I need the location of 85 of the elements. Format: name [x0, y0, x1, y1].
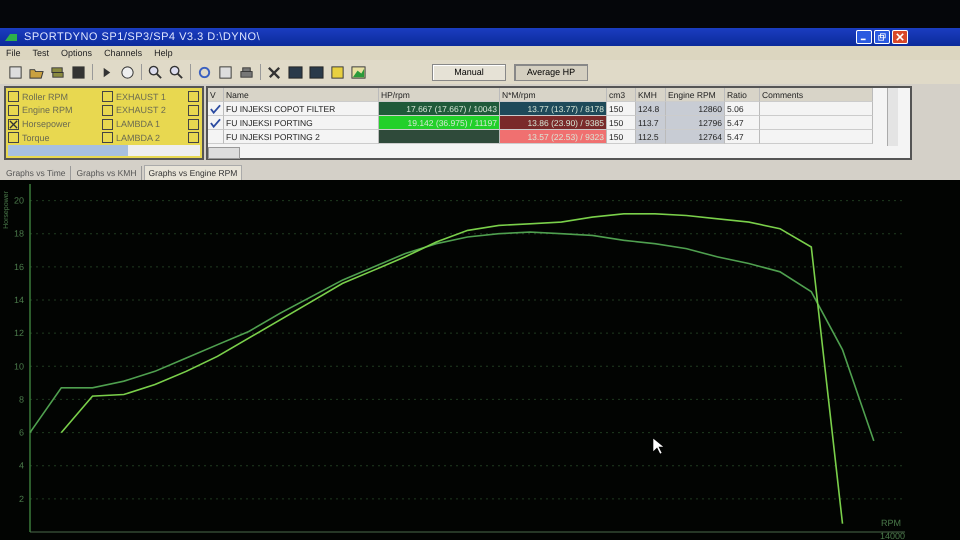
checkbox[interactable]: [188, 118, 199, 130]
table-cell: 112.5: [636, 130, 666, 144]
row-checkbox[interactable]: [208, 102, 224, 116]
y-tick-label: 18: [14, 228, 24, 239]
y-tick-label: 20: [14, 196, 24, 206]
restore-button[interactable]: [874, 30, 890, 44]
table-cell: 17.667 (17.667) / 10043: [379, 102, 500, 116]
table-cell: 12860: [666, 102, 725, 116]
channel-label: Horsepower: [22, 119, 71, 129]
column-header[interactable]: KMH: [636, 88, 666, 102]
checkbox[interactable]: [8, 104, 19, 116]
y-tick-label: 14: [14, 295, 24, 305]
menu-item[interactable]: File: [6, 48, 21, 58]
table-cell: FU INJEKSI PORTING 2: [224, 130, 379, 144]
checkbox[interactable]: [8, 91, 19, 102]
row-checkbox[interactable]: [208, 116, 224, 130]
table-cell: 5.47: [725, 130, 760, 144]
channel-label: LAMBDA 1: [116, 119, 160, 129]
y-tick-label: 12: [14, 328, 24, 338]
channel-label: EXHAUST 2: [116, 105, 166, 116]
stack-icon[interactable]: [50, 64, 65, 80]
menu-item[interactable]: Channels: [104, 48, 142, 58]
zoom-out-icon[interactable]: [169, 64, 184, 80]
y-tick-label: 4: [18, 460, 24, 471]
menu-item[interactable]: Options: [61, 48, 92, 58]
checkbox[interactable]: [188, 132, 199, 144]
menu-item[interactable]: Test: [32, 48, 50, 58]
table-cell: 12796: [666, 116, 725, 130]
table-cell: 19.142 (36.975) / 11197: [379, 116, 500, 130]
horizontal-scrollbar[interactable]: [208, 147, 240, 159]
toolbar-button[interactable]: Manual: [432, 64, 506, 80]
table-cell: 5.47: [725, 116, 760, 130]
table-cell: 13.86 (23.90) / 9385: [500, 116, 607, 130]
mouse-cursor-icon: [652, 437, 665, 454]
column-header[interactable]: Engine RPM: [666, 88, 725, 102]
checkbox[interactable]: [188, 104, 199, 116]
toolbar-button[interactable]: Average HP: [514, 64, 588, 80]
checkbox[interactable]: [102, 91, 113, 102]
table-cell: 12764: [666, 130, 725, 144]
column-header[interactable]: V: [208, 88, 224, 102]
y-tick-label: 16: [14, 262, 24, 272]
x-axis-title: RPM: [881, 518, 901, 528]
row-checkbox[interactable]: [208, 130, 224, 144]
checkbox[interactable]: [102, 132, 113, 144]
horizontal-scrollbar[interactable]: [8, 145, 200, 156]
zoom-in-icon[interactable]: [148, 64, 163, 80]
menu-item[interactable]: Help: [154, 48, 173, 58]
print-icon[interactable]: [239, 64, 254, 80]
channel-label: Engine RPM: [22, 105, 73, 116]
channel-label: LAMBDA 2: [116, 132, 160, 143]
restore-icon: [878, 33, 886, 41]
table-cell: FU INJEKSI COPOT FILTER: [224, 102, 379, 116]
checkbox[interactable]: [8, 118, 19, 130]
y-tick-label: 6: [18, 428, 24, 438]
checkbox[interactable]: [8, 132, 19, 144]
column-header[interactable]: N*M/rpm: [500, 88, 607, 102]
app-icon: [4, 32, 18, 42]
y-tick-label: 10: [14, 361, 24, 372]
close-icon: [896, 33, 904, 41]
y-tick-label: 2: [18, 494, 24, 504]
checkbox[interactable]: [102, 104, 113, 116]
minimize-button[interactable]: [856, 30, 872, 44]
chart-icon[interactable]: [351, 64, 366, 80]
column-header[interactable]: Ratio: [725, 88, 760, 102]
checkbox[interactable]: [102, 118, 113, 130]
column-header[interactable]: HP/rpm: [379, 88, 500, 102]
channel-label: Roller RPM: [22, 92, 68, 102]
y-tick-label: 8: [18, 394, 24, 404]
column-header[interactable]: cm3: [607, 88, 636, 102]
table-cell: 13.57 (22.53) / 9323: [500, 130, 607, 144]
vertical-scrollbar[interactable]: [887, 88, 898, 146]
window-title: SPORTDYNO SP1/SP3/SP4 V3.3 D:\DYNO\: [24, 31, 260, 43]
column-header[interactable]: Comments: [760, 88, 873, 102]
table-cell: 13.77 (13.77) / 8178: [500, 102, 607, 116]
table-cell: 124.8: [636, 102, 666, 116]
channel-label: EXHAUST 1: [116, 92, 166, 102]
x-tick-label: 14000: [880, 531, 905, 540]
table-cell: 113.7: [636, 116, 666, 130]
table-cell: 5.06: [725, 102, 760, 116]
checkbox[interactable]: [188, 91, 199, 102]
close-button[interactable]: [892, 30, 908, 44]
tab[interactable]: Graphs vs Engine RPM: [144, 165, 242, 180]
table-cell: FU INJEKSI PORTING: [224, 116, 379, 130]
channel-label: Torque: [22, 132, 50, 143]
column-header[interactable]: Name: [224, 88, 379, 102]
